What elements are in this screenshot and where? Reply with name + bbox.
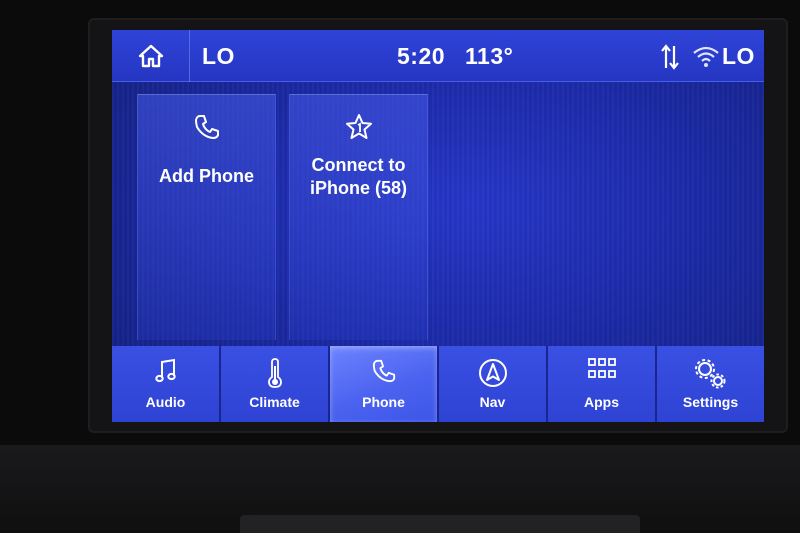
nav-phone-label: Phone [362, 394, 405, 410]
wifi-icon [693, 46, 719, 67]
nav-navigation-label: Nav [479, 394, 506, 410]
outside-temperature: 113° [465, 43, 514, 69]
left-temp-setting[interactable]: LO [202, 43, 235, 70]
phone-icon [372, 359, 395, 383]
data-arrows-icon [661, 44, 679, 70]
dashboard-trim [0, 445, 800, 533]
nav-climate[interactable]: Climate [221, 346, 330, 422]
music-note-icon [154, 358, 176, 383]
status-bar: LO 5:20 113° LO [112, 30, 764, 82]
connect-iphone-line1: Connect to [311, 155, 406, 175]
star-favorite-icon [345, 114, 372, 139]
nav-navigation[interactable]: Nav [439, 346, 548, 422]
dashboard-trim-edge [240, 515, 640, 533]
infotainment-screen: LO 5:20 113° LO Add Phone Connect to iPh… [112, 30, 764, 422]
thermometer-icon [267, 358, 282, 388]
apps-grid-icon [587, 358, 616, 378]
connect-iphone-label: Connect to iPhone (58) [294, 154, 423, 200]
add-phone-label: Add Phone [159, 166, 254, 186]
connect-iphone-line2: iPhone (58) [309, 178, 407, 198]
connect-iphone-button[interactable]: Connect to iPhone (58) [289, 94, 428, 340]
nav-phone[interactable]: Phone [330, 346, 439, 422]
nav-apps[interactable]: Apps [548, 346, 657, 422]
add-phone-button[interactable]: Add Phone [137, 94, 276, 340]
phone-icon [194, 115, 219, 139]
nav-settings-label: Settings [682, 394, 739, 410]
nav-climate-label: Climate [249, 394, 300, 410]
navigation-arrow-icon [478, 359, 507, 387]
home-icon [138, 44, 163, 68]
bottom-nav-bar: Audio Climate Phone Nav Apps Settings [112, 346, 764, 422]
gears-icon [694, 359, 725, 389]
home-button[interactable] [112, 30, 190, 82]
right-temp-setting[interactable]: LO [722, 43, 755, 70]
nav-audio[interactable]: Audio [112, 346, 221, 422]
nav-apps-label: Apps [584, 394, 619, 410]
nav-settings[interactable]: Settings [657, 346, 764, 422]
nav-audio-label: Audio [145, 394, 186, 410]
clock: 5:20 [397, 43, 446, 69]
